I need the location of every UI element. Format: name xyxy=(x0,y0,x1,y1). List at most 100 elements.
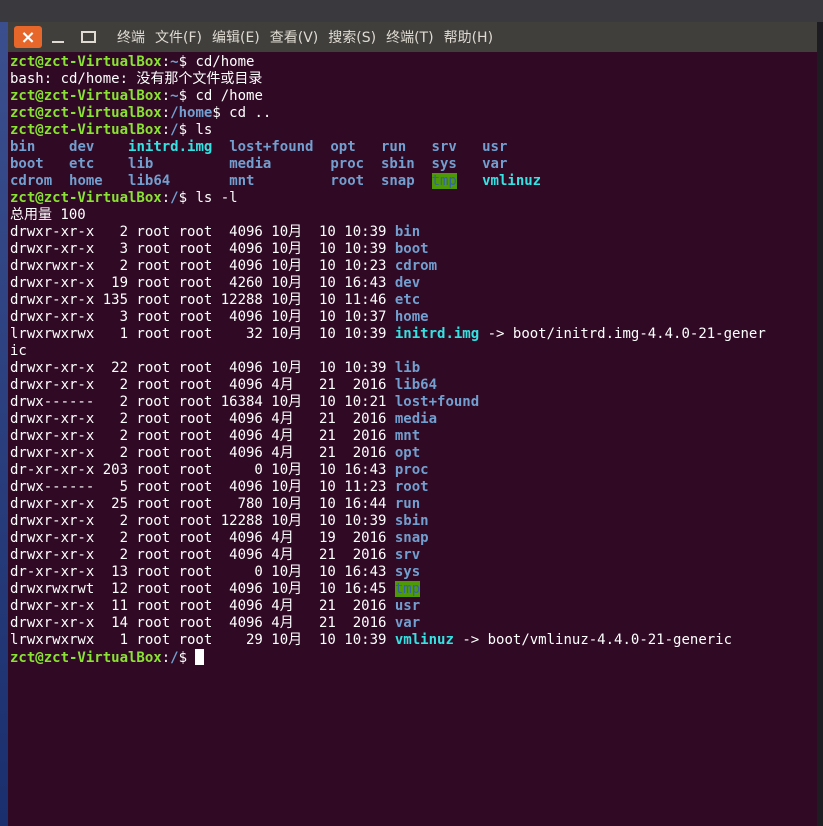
file-name: ~ xyxy=(170,88,179,104)
file-name: sbin xyxy=(394,513,429,529)
terminal-text: drwxr-xr-x 2 root root 4096 4月 19 2016 xyxy=(10,530,395,546)
menu-item-terminal-app[interactable]: 终端 xyxy=(117,27,145,47)
terminal-text: drwxrwxrwt 12 root root 4096 10月 10 16:4… xyxy=(10,581,395,597)
file-name: home xyxy=(394,309,429,325)
terminal-text: : xyxy=(161,122,171,138)
terminal-text: : xyxy=(161,54,171,70)
terminal-line: drwxrwxr-x 2 root root 4096 10月 10 10:23… xyxy=(10,258,817,275)
file-name: var xyxy=(394,615,421,631)
prompt-user-host: zct@zct-VirtualBox xyxy=(10,190,162,206)
terminal-text: $ xyxy=(178,650,196,666)
file-name: dev xyxy=(69,139,95,155)
file-name: ~ xyxy=(170,54,179,70)
file-name: proc xyxy=(394,462,429,478)
file-name: /home xyxy=(170,105,213,121)
terminal-text: drwxr-xr-x 19 root root 4260 10月 10 16:4… xyxy=(10,275,395,291)
prompt-user-host: zct@zct-VirtualBox xyxy=(10,88,162,104)
terminal-text: : xyxy=(161,650,171,666)
file-name: boot xyxy=(10,156,44,172)
menu-item-file[interactable]: 文件(F) xyxy=(155,27,202,47)
terminal-line: zct@zct-VirtualBox:~$ cd /home xyxy=(10,88,817,105)
file-name: cdrom xyxy=(394,258,438,274)
terminal-line: zct@zct-VirtualBox:/$ ls xyxy=(10,122,817,139)
terminal-line: drwxr-xr-x 19 root root 4260 10月 10 16:4… xyxy=(10,275,817,292)
minimize-icon[interactable] xyxy=(44,26,72,48)
file-name: usr xyxy=(482,139,508,155)
menu-item-help[interactable]: 帮助(H) xyxy=(444,27,493,47)
terminal-line: zct@zct-VirtualBox:~$ cd/home xyxy=(10,54,817,71)
terminal-line: lrwxrwxrwx 1 root root 32 10月 10 10:39 i… xyxy=(10,326,817,343)
terminal-line: drwxr-xr-x 2 root root 12288 10月 10 10:3… xyxy=(10,513,817,530)
terminal-text: $ cd .. xyxy=(212,105,272,121)
menu-item-search[interactable]: 搜索(S) xyxy=(328,27,376,47)
terminal-text: drwxr-xr-x 2 root root 4096 4月 21 2016 xyxy=(10,428,395,444)
terminal-line: dr-xr-xr-x 13 root root 0 10月 10 16:43 s… xyxy=(10,564,817,581)
terminal-text: drwx------ 5 root root 4096 10月 10 11:23 xyxy=(10,479,395,495)
terminal-line: ic xyxy=(10,343,817,360)
menu-item-terminal[interactable]: 终端(T) xyxy=(386,27,433,47)
terminal-lines: zct@zct-VirtualBox:~$ cd/home bash: cd/ho… xyxy=(8,52,817,666)
file-name: var xyxy=(482,156,508,172)
terminal-text: $ ls -l xyxy=(178,190,238,206)
terminal-output[interactable]: zct@zct-VirtualBox:~$ cd/home bash: cd/ho… xyxy=(8,52,817,826)
terminal-line: drwxrwxrwt 12 root root 4096 10月 10 16:4… xyxy=(10,581,817,598)
menu-item-edit[interactable]: 编辑(E) xyxy=(212,27,260,47)
window-titlebar[interactable]: × 终端 文件(F) 编辑(E) 查看(V) 搜索(S) 终端(T) 帮助(H) xyxy=(8,22,817,52)
terminal-text: dr-xr-xr-x 13 root root 0 10月 10 16:43 xyxy=(10,564,395,580)
file-name: snap xyxy=(394,530,429,546)
file-name: / xyxy=(170,190,179,206)
file-name: lib64 xyxy=(394,377,438,393)
terminal-text: : xyxy=(161,88,171,104)
file-name: run xyxy=(394,496,421,512)
file-name: lib xyxy=(128,156,154,172)
prompt-user-host: zct@zct-VirtualBox xyxy=(10,122,162,138)
file-name: snap xyxy=(380,173,415,189)
terminal-text: : xyxy=(161,105,171,121)
terminal-text: drwxr-xr-x 25 root root 780 10月 10 16:44 xyxy=(10,496,395,512)
terminal-line: dr-xr-xr-x 203 root root 0 10月 10 16:43 … xyxy=(10,462,817,479)
terminal-line: zct@zct-VirtualBox:/home$ cd .. xyxy=(10,105,817,122)
terminal-text: drwxr-xr-x 2 root root 4096 4月 21 2016 xyxy=(10,445,395,461)
terminal-line: drwxr-xr-x 2 root root 4096 10月 10 10:39… xyxy=(10,224,817,241)
file-name: initrd.img xyxy=(394,326,480,342)
file-name: sys xyxy=(431,156,457,172)
terminal-line: zct@zct-VirtualBox:/$ xyxy=(10,649,817,666)
menu-bar: 终端 文件(F) 编辑(E) 查看(V) 搜索(S) 终端(T) 帮助(H) xyxy=(112,27,498,47)
file-name: lost+found xyxy=(229,139,314,155)
terminal-text: drwxr-xr-x 2 root root 12288 10月 10 10:3… xyxy=(10,513,395,529)
file-name: bin xyxy=(10,139,36,155)
maximize-icon[interactable] xyxy=(74,26,102,48)
file-name: mnt xyxy=(394,428,421,444)
menu-item-view[interactable]: 查看(V) xyxy=(270,27,319,47)
terminal-line: drwxr-xr-x 3 root root 4096 10月 10 10:39… xyxy=(10,241,817,258)
prompt-user-host: zct@zct-VirtualBox xyxy=(10,650,162,666)
terminal-text: drwxrwxr-x 2 root root 4096 10月 10 10:23 xyxy=(10,258,395,274)
terminal-text: drwxr-xr-x 2 root root 4096 10月 10 10:39 xyxy=(10,224,395,240)
file-name: home xyxy=(69,173,103,189)
terminal-text: $ cd /home xyxy=(178,88,263,104)
terminal-text: bash: cd/home: 没有那个文件或目录 xyxy=(10,71,263,87)
file-name: bin xyxy=(394,224,421,240)
file-name: dev xyxy=(394,275,421,291)
file-name: root xyxy=(394,479,429,495)
file-name: / xyxy=(170,650,179,666)
terminal-text: ic xyxy=(10,343,27,359)
file-name: sbin xyxy=(380,156,415,172)
file-name: lost+found xyxy=(394,394,480,410)
prompt-user-host: zct@zct-VirtualBox xyxy=(10,54,162,70)
terminal-line: drwxr-xr-x 11 root root 4096 4月 21 2016 … xyxy=(10,598,817,615)
file-name: usr xyxy=(394,598,421,614)
file-name: lib xyxy=(394,360,421,376)
terminal-text: drwxr-xr-x 2 root root 4096 4月 21 2016 xyxy=(10,377,395,393)
file-name: opt xyxy=(330,139,356,155)
close-icon[interactable]: × xyxy=(14,26,42,48)
